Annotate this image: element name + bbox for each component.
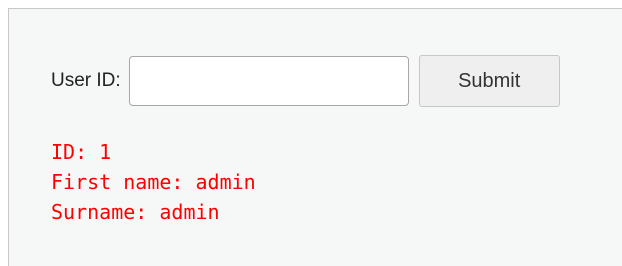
user-id-label: User ID: — [51, 70, 121, 91]
result-surname-line: Surname: admin — [51, 200, 220, 224]
result-first-name-line: First name: admin — [51, 170, 256, 194]
vulnerability-panel: User ID: Submit ID: 1 First name: admin Su… — [8, 8, 622, 266]
result-id-line: ID: 1 — [51, 140, 112, 164]
user-id-input[interactable] — [128, 56, 409, 106]
submit-button[interactable]: Submit — [418, 55, 560, 107]
user-id-form: User ID: Submit — [51, 55, 560, 107]
query-result: ID: 1 First name: admin Surname: admin — [51, 137, 256, 227]
